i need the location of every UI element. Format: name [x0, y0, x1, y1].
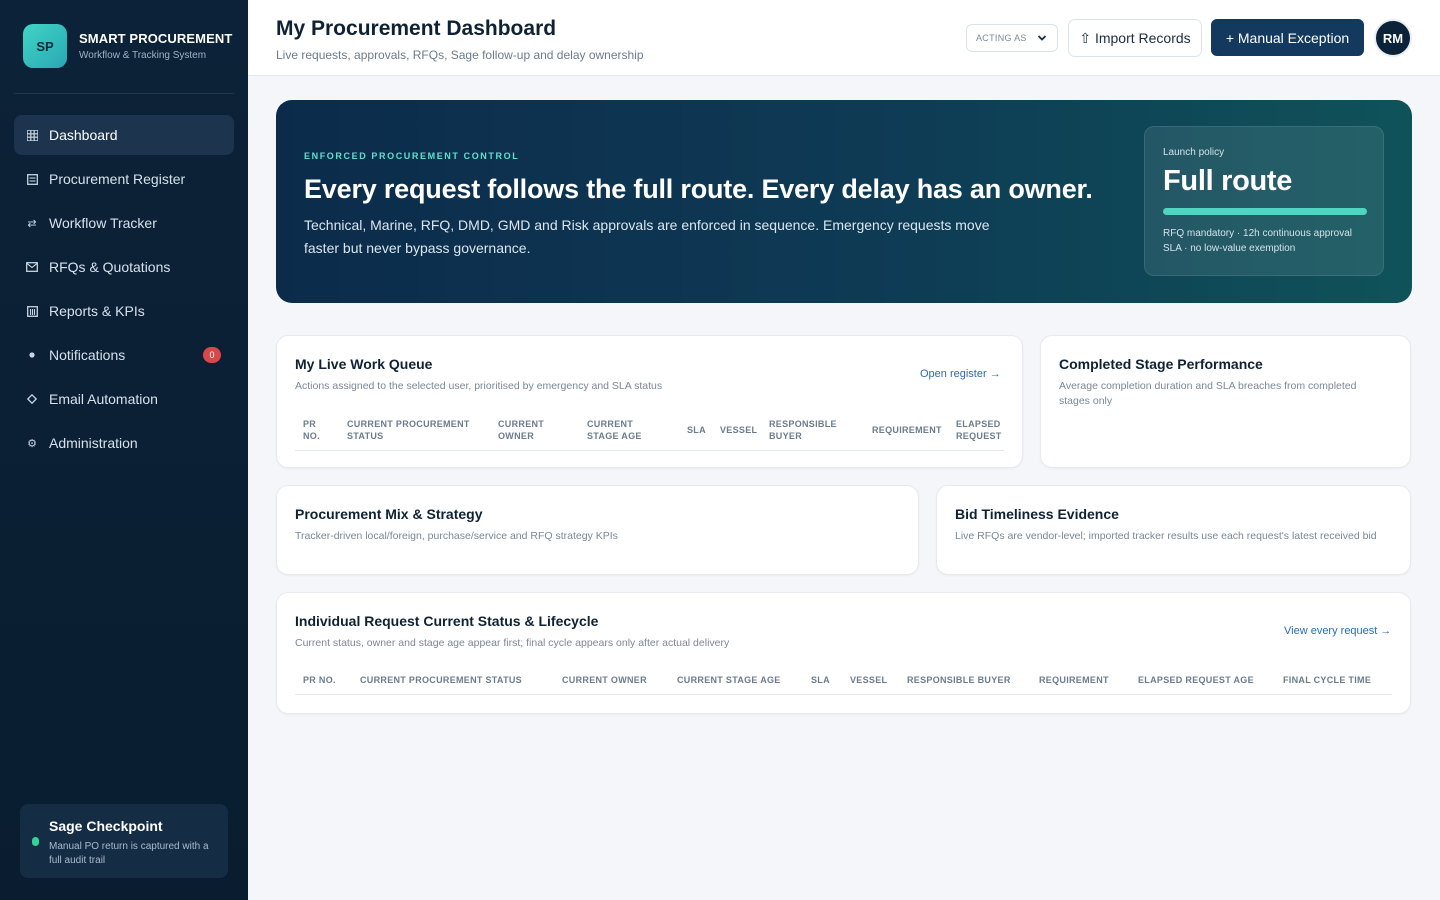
chevron-down-icon — [1037, 31, 1047, 48]
acting-as-select[interactable]: ACTING AS — [966, 24, 1058, 52]
lifecycle-card: Individual Request Current Status & Life… — [276, 592, 1411, 714]
sidebar-item-label: Dashboard — [49, 127, 118, 143]
column-header[interactable]: CURRENT PROCUREMENT STATUS — [347, 418, 477, 442]
table-header: PR NO. CURRENT PROCUREMENT STATUS CURREN… — [295, 417, 1004, 451]
divider — [14, 93, 234, 94]
sidebar-item-label: Notifications — [49, 347, 126, 363]
sidebar-item-label: Procurement Register — [49, 171, 186, 187]
procurement-mix-card: Procurement Mix & Strategy Tracker-drive… — [276, 485, 919, 575]
card-subtitle: Actions assigned to the selected user, p… — [295, 380, 663, 392]
column-header[interactable]: REQUIREMENT — [1039, 674, 1109, 686]
sage-title: Sage Checkpoint — [49, 818, 163, 834]
sidebar-item-workflow-tracker[interactable]: ⇄ Workflow Tracker — [14, 203, 234, 243]
sage-text: Manual PO return is captured with a full… — [49, 841, 209, 866]
header: My Procurement Dashboard Live requests, … — [248, 0, 1440, 76]
column-header[interactable]: CURRENT PROCUREMENT STATUS — [360, 674, 522, 686]
sidebar-item-label: Reports & KPIs — [49, 303, 145, 319]
column-header[interactable]: SLA — [811, 674, 830, 686]
card-subtitle: Live RFQs are vendor-level; imported tra… — [955, 530, 1377, 542]
hero-title: Every request follows the full route. Ev… — [304, 174, 1093, 204]
sidebar-item-label: RFQs & Quotations — [49, 259, 171, 275]
sage-checkpoint-card: Sage Checkpoint Manual PO return is capt… — [20, 804, 228, 878]
column-header[interactable]: RESPONSIBLE BUYER — [907, 674, 1011, 686]
notification-badge: 0 — [203, 347, 221, 363]
import-records-button[interactable]: ⇧ Import Records — [1068, 19, 1202, 57]
sidebar-item-email-automation[interactable]: Email Automation — [14, 379, 234, 419]
open-register-link[interactable]: Open register → — [920, 368, 1001, 380]
brand-name: SMART PROCUREMENT — [79, 31, 233, 46]
bell-icon — [26, 349, 38, 361]
sidebar: SP SMART PROCUREMENT Workflow & Tracking… — [0, 0, 248, 900]
brand-subtitle: Workflow & Tracking System — [79, 50, 207, 61]
card-subtitle: Average completion duration and SLA brea… — [1059, 380, 1357, 407]
acting-as-label: ACTING AS — [976, 33, 1027, 43]
list-icon — [26, 173, 38, 185]
card-title: Procurement Mix & Strategy — [295, 506, 483, 522]
policy-note: RFQ mandatory · 12h continuous approval … — [1163, 228, 1352, 254]
hero-text: Technical, Marine, RFQ, DMD, GMD and Ris… — [304, 217, 990, 256]
gear-icon: ⚙ — [27, 437, 37, 450]
hero-eyebrow: ENFORCED PROCUREMENT CONTROL — [304, 151, 520, 161]
column-header[interactable]: CURRENT STAGE AGE — [677, 674, 781, 686]
sidebar-item-label: Workflow Tracker — [49, 215, 157, 231]
card-title: Completed Stage Performance — [1059, 356, 1263, 372]
chart-icon — [26, 305, 38, 317]
column-header[interactable]: CURRENT OWNER — [498, 418, 558, 442]
policy-value: Full route — [1163, 165, 1293, 197]
column-header[interactable]: VESSEL — [720, 424, 757, 436]
sidebar-item-notifications[interactable]: Notifications 0 — [14, 335, 234, 375]
mail-icon — [26, 261, 38, 273]
column-header[interactable]: CURRENT STAGE AGE — [587, 418, 667, 442]
column-header[interactable]: FINAL CYCLE TIME — [1283, 674, 1371, 686]
bid-timeliness-card: Bid Timeliness Evidence Live RFQs are ve… — [936, 485, 1411, 575]
diamond-icon — [26, 393, 38, 405]
sidebar-item-procurement-register[interactable]: Procurement Register — [14, 159, 234, 199]
card-subtitle: Current status, owner and stage age appe… — [295, 637, 730, 649]
column-header[interactable]: CURRENT OWNER — [562, 674, 647, 686]
column-header[interactable]: ELAPSED REQUEST AGE — [1138, 674, 1254, 686]
brand[interactable]: SP SMART PROCUREMENT Workflow & Tracking… — [23, 24, 232, 68]
column-header[interactable]: SLA — [687, 424, 706, 436]
sidebar-item-label: Email Automation — [49, 391, 158, 407]
page-title: My Procurement Dashboard — [276, 17, 557, 40]
table-header: PR NO. CURRENT PROCUREMENT STATUS CURREN… — [295, 673, 1392, 695]
swap-icon: ⇄ — [27, 217, 37, 230]
sidebar-item-label: Administration — [49, 435, 138, 451]
column-header[interactable]: PR NO. — [303, 418, 333, 442]
hero-banner: ENFORCED PROCUREMENT CONTROL Every reque… — [276, 100, 1412, 303]
column-header[interactable]: VESSEL — [850, 674, 887, 686]
sidebar-nav: Dashboard Procurement Register ⇄ Workflo… — [14, 115, 234, 467]
column-header[interactable]: ELAPSED REQUEST AGE — [956, 418, 1004, 442]
work-queue-card: My Live Work Queue Actions assigned to t… — [276, 335, 1023, 468]
card-title: Bid Timeliness Evidence — [955, 506, 1119, 522]
policy-progress-fill — [1163, 208, 1367, 215]
launch-policy-card: Launch policy Full route RFQ mandatory ·… — [1144, 126, 1384, 276]
sidebar-item-rfqs[interactable]: RFQs & Quotations — [14, 247, 234, 287]
policy-progress-bar — [1163, 208, 1367, 215]
column-header[interactable]: RESPONSIBLE BUYER — [769, 418, 844, 442]
card-title: Individual Request Current Status & Life… — [295, 613, 599, 629]
stage-performance-card: Completed Stage Performance Average comp… — [1040, 335, 1411, 468]
status-dot-icon — [32, 837, 39, 846]
grid-icon — [26, 129, 38, 141]
avatar[interactable]: RM — [1374, 19, 1412, 57]
card-title: My Live Work Queue — [295, 356, 433, 372]
column-header[interactable]: REQUIREMENT — [872, 424, 942, 436]
card-subtitle: Tracker-driven local/foreign, purchase/s… — [295, 530, 618, 542]
sidebar-item-reports[interactable]: Reports & KPIs — [14, 291, 234, 331]
column-header[interactable]: PR NO. — [303, 674, 336, 686]
sidebar-item-administration[interactable]: ⚙ Administration — [14, 423, 234, 463]
manual-exception-button[interactable]: + Manual Exception — [1211, 19, 1364, 56]
brand-logo: SP — [23, 24, 67, 68]
policy-label: Launch policy — [1163, 147, 1225, 158]
sidebar-item-dashboard[interactable]: Dashboard — [14, 115, 234, 155]
page-subtitle: Live requests, approvals, RFQs, Sage fol… — [276, 48, 644, 62]
view-every-request-link[interactable]: View every request → — [1284, 625, 1391, 637]
